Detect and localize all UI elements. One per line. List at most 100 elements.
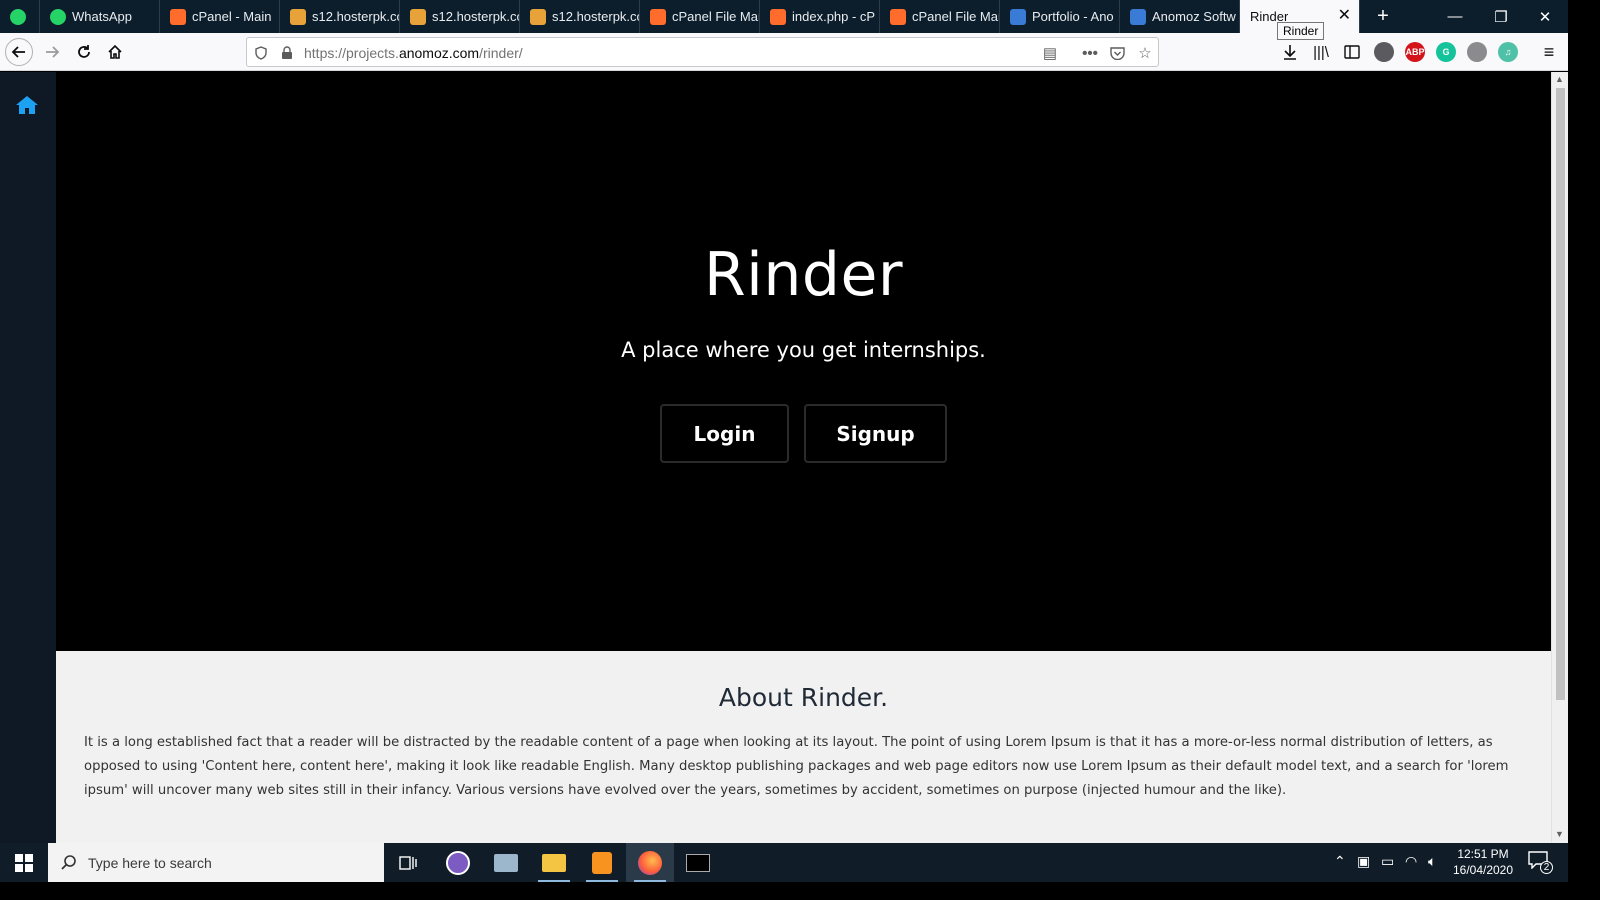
signup-button[interactable]: Signup <box>804 404 947 463</box>
tab-cpanel-file-manager-2[interactable]: cPanel File Man <box>880 0 1000 33</box>
sublime-text-icon <box>592 851 612 874</box>
navigation-toolbar: https://projects.anomoz.com/rinder/ ▤ ••… <box>0 33 1568 71</box>
wifi-icon[interactable]: ◠ <box>1405 853 1417 870</box>
hosterpk-icon <box>290 8 306 25</box>
tab-cpanel-main[interactable]: cPanel - Main <box>160 0 280 33</box>
cpanel-icon <box>770 8 786 25</box>
home-link[interactable] <box>15 94 39 116</box>
reload-button[interactable] <box>70 38 98 66</box>
tab-whatsapp[interactable]: WhatsApp <box>40 0 160 33</box>
tracking-protection-shield-icon[interactable] <box>251 43 271 63</box>
pocket-icon[interactable] <box>1107 43 1127 63</box>
tab-label: cPanel - Main <box>192 9 272 24</box>
tab-hosterpk-2[interactable]: s12.hosterpk.co <box>400 0 520 33</box>
search-placeholder: Type here to search <box>88 854 212 871</box>
hero-title: Rinder <box>703 240 904 310</box>
hosterpk-icon <box>410 8 426 25</box>
tab-anomoz-software[interactable]: Anomoz Softw <box>1120 0 1240 33</box>
tab-hosterpk-1[interactable]: s12.hosterpk.co <box>280 0 400 33</box>
login-button[interactable]: Login <box>660 404 789 463</box>
volume-icon[interactable]: 🔈︎ <box>1428 853 1436 870</box>
clock-date: 16/04/2020 <box>1452 863 1514 877</box>
home-button[interactable] <box>101 38 129 66</box>
hamburger-menu-icon[interactable]: ≡ <box>1535 38 1563 66</box>
tab-label: cPanel File Man <box>672 9 759 24</box>
folder-icon <box>542 853 566 872</box>
tab-pinned[interactable] <box>0 0 40 33</box>
hero-section: Rinder A place where you get internships… <box>56 72 1551 651</box>
show-hidden-icons-chevron-icon[interactable]: ⌃ <box>1334 853 1346 870</box>
reload-icon <box>78 45 90 58</box>
minimize-button[interactable]: — <box>1432 0 1478 33</box>
url-bar[interactable]: https://projects.anomoz.com/rinder/ ▤ ••… <box>246 37 1159 67</box>
forward-button[interactable] <box>38 38 66 66</box>
tab-hosterpk-3[interactable]: s12.hosterpk.co <box>520 0 640 33</box>
back-button[interactable] <box>5 38 33 66</box>
downloads-icon[interactable] <box>1276 38 1304 66</box>
account-extension-icon[interactable] <box>1374 42 1394 62</box>
task-view-icon <box>399 855 417 870</box>
extension-icon[interactable] <box>1467 42 1487 62</box>
lock-icon[interactable] <box>277 43 297 63</box>
cpanel-icon <box>890 8 906 25</box>
grammarly-icon[interactable]: G <box>1436 42 1456 62</box>
tab-label: Anomoz Softw <box>1152 9 1236 24</box>
sidebar-toggle-icon[interactable] <box>1338 38 1366 66</box>
taskbar-app-2[interactable] <box>482 843 530 882</box>
clock[interactable]: 12:51 PM 16/04/2020 <box>1448 846 1518 878</box>
tray-app-icon[interactable]: ▣ <box>1357 853 1370 870</box>
page-scrollbar[interactable]: ▲ ▼ <box>1551 72 1568 843</box>
close-window-button[interactable]: ✕ <box>1522 0 1568 33</box>
clock-time: 12:51 PM <box>1457 847 1509 861</box>
task-view-button[interactable] <box>384 843 432 882</box>
reader-view-icon[interactable]: ▤ <box>1040 43 1060 63</box>
tab-portfolio[interactable]: Portfolio - Ano <box>1000 0 1120 33</box>
url-host: anomoz.com <box>398 45 480 61</box>
about-title: About Rinder. <box>718 683 889 712</box>
scroll-down-arrow-icon[interactable]: ▼ <box>1555 829 1564 839</box>
scroll-up-arrow-icon[interactable]: ▲ <box>1555 74 1564 84</box>
about-text: It is a long established fact that a rea… <box>84 735 1509 798</box>
firefox-icon <box>638 850 662 875</box>
home-icon <box>16 96 38 114</box>
library-icon[interactable]: |||\ <box>1307 38 1335 66</box>
scrollbar-thumb[interactable] <box>1556 88 1565 700</box>
music-extension-icon[interactable]: ♫ <box>1498 42 1518 62</box>
taskbar-app-1[interactable] <box>434 843 482 882</box>
back-arrow-icon <box>11 46 25 58</box>
start-button[interactable] <box>0 843 48 882</box>
tab-label: WhatsApp <box>72 9 132 24</box>
tab-tooltip: Rinder <box>1277 22 1325 40</box>
anomoz-icon <box>1010 8 1026 25</box>
whatsapp-icon <box>50 8 66 25</box>
tab-cpanel-file-manager-1[interactable]: cPanel File Man <box>640 0 760 33</box>
taskbar-firefox[interactable] <box>626 843 674 882</box>
new-tab-button[interactable]: + <box>1360 0 1406 33</box>
taskbar-file-explorer[interactable] <box>530 843 578 882</box>
adblock-plus-icon[interactable]: ABP <box>1405 42 1425 62</box>
restore-button[interactable]: ❐ <box>1478 0 1524 33</box>
forward-arrow-icon <box>46 46 60 58</box>
anomoz-icon <box>1130 8 1146 25</box>
page-sidebar <box>0 72 56 843</box>
notification-center-icon[interactable]: 2 <box>1528 851 1553 874</box>
taskbar-sublime-text[interactable] <box>578 843 626 882</box>
close-tab-icon[interactable]: ✕ <box>1338 8 1351 24</box>
page-actions-menu-icon[interactable]: ••• <box>1080 43 1100 63</box>
taskbar-search-box[interactable]: Type here to search <box>48 843 384 882</box>
url-prefix: https://projects. <box>304 45 399 61</box>
bookmark-star-icon[interactable]: ☆ <box>1135 43 1155 63</box>
taskbar-command-prompt[interactable] <box>674 843 722 882</box>
tab-index-php[interactable]: index.php - cP <box>760 0 880 33</box>
tab-label: s12.hosterpk.co <box>552 9 639 24</box>
battery-icon[interactable]: ▭ <box>1381 853 1394 870</box>
url-text[interactable]: https://projects.anomoz.com/rinder/ <box>304 45 523 61</box>
tab-label: s12.hosterpk.co <box>312 9 399 24</box>
url-path: /rinder/ <box>479 45 523 61</box>
windows-logo-icon <box>15 853 33 872</box>
hosterpk-icon <box>530 8 546 25</box>
notification-count-badge: 2 <box>1540 861 1553 874</box>
tab-label: s12.hosterpk.co <box>432 9 519 24</box>
cpanel-icon <box>170 8 186 25</box>
tab-strip: WhatsApp cPanel - Main s12.hosterpk.co s… <box>0 0 1568 33</box>
